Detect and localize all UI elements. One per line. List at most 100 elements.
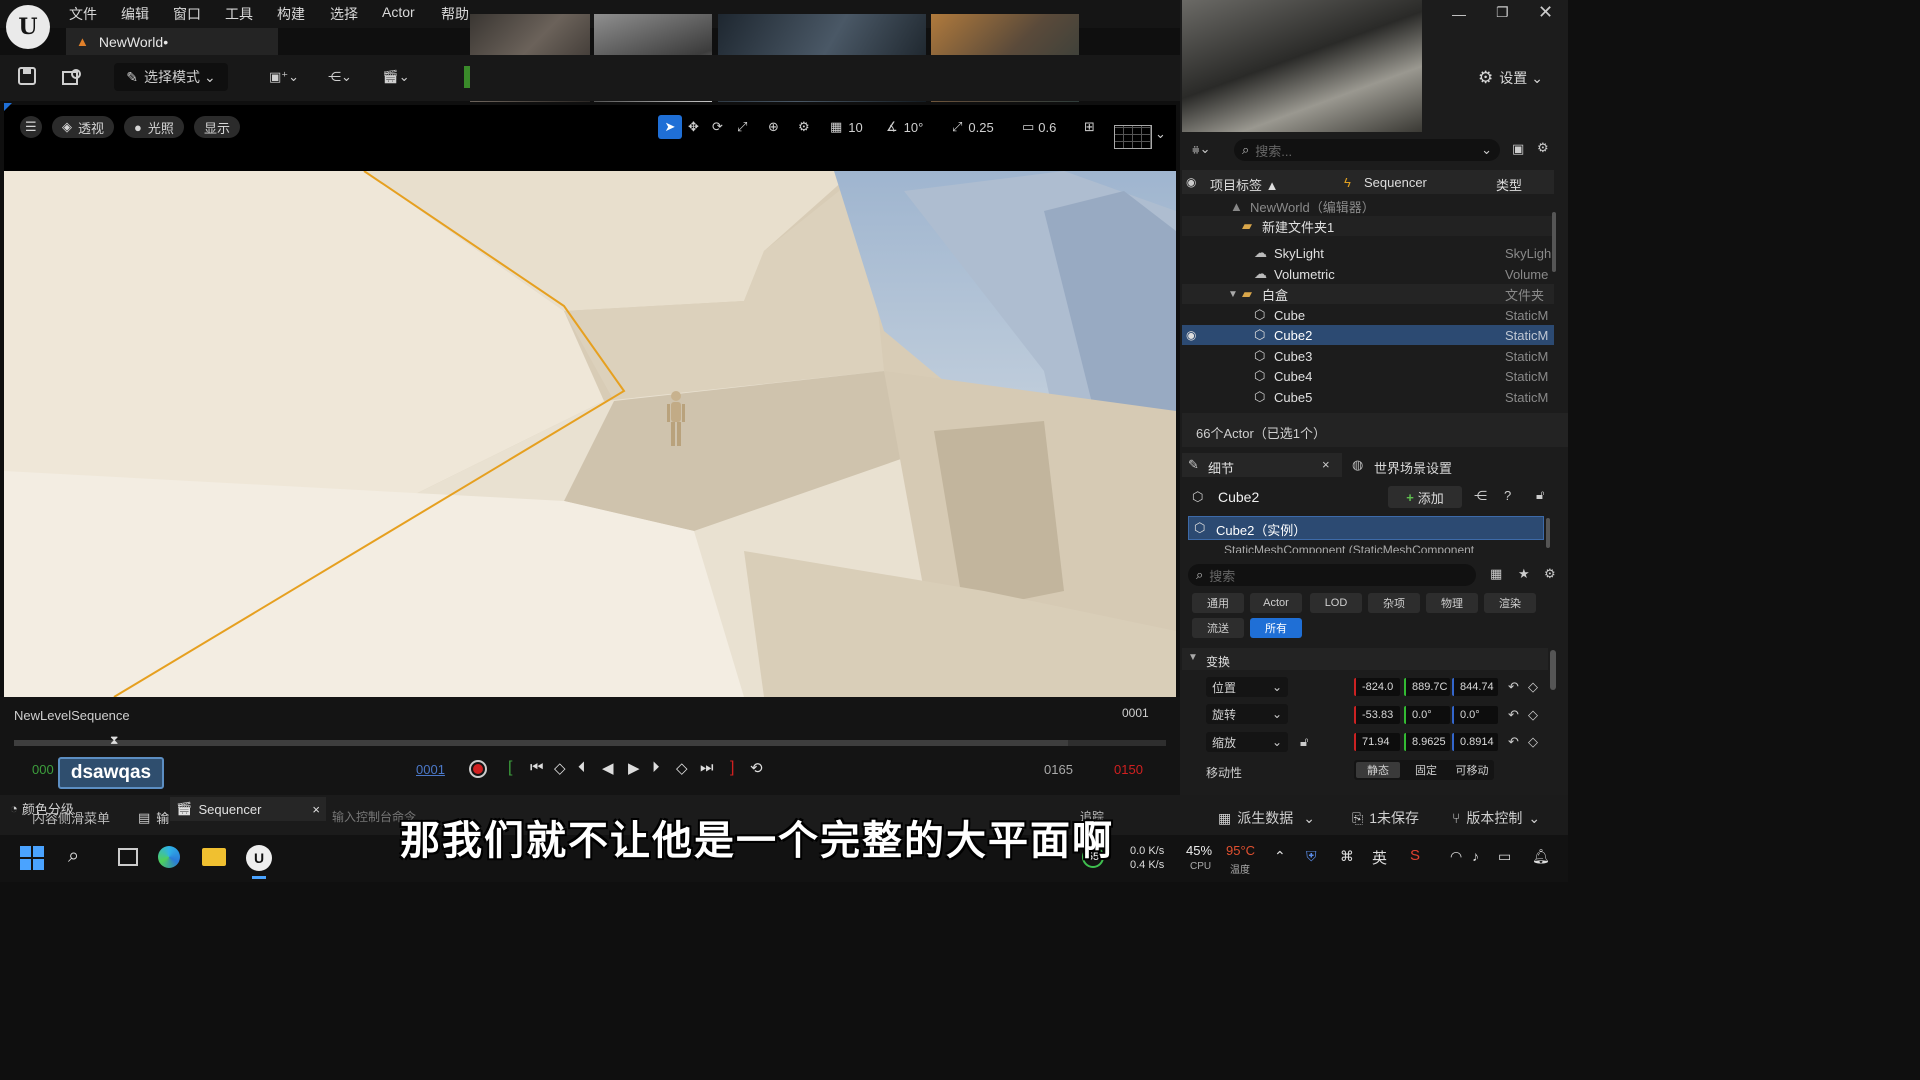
tree-row[interactable]: ⬡ Cube4 StaticM <box>1182 366 1554 386</box>
notification-icon[interactable]: 🔔︎ <box>1532 848 1550 865</box>
filter-physics[interactable]: 物理 <box>1426 593 1478 613</box>
rotate-snap-toggle[interactable]: ∡ 10° <box>886 116 923 138</box>
viewport-menu-button[interactable]: ☰ <box>20 116 42 138</box>
level-tab[interactable]: ▲ NewWorld• <box>66 28 278 55</box>
tree-row[interactable]: ☁︎ Volumetric Volume <box>1182 264 1554 284</box>
keyframe-icon[interactable]: ◇ <box>1528 734 1538 750</box>
eye-icon[interactable]: ◉ <box>1186 328 1196 342</box>
unreal-logo-icon[interactable]: U <box>6 5 50 49</box>
blueprint-icon[interactable]: ⋲ <box>1474 488 1487 504</box>
column-sequencer-header[interactable]: Sequencer <box>1364 175 1427 190</box>
details-scrollbar[interactable] <box>1550 650 1556 690</box>
perspective-button[interactable]: ◈ 透视 <box>52 116 115 138</box>
filter-misc[interactable]: 杂项 <box>1368 593 1420 613</box>
set-end-icon[interactable]: ] <box>730 759 734 777</box>
world-settings-tab[interactable]: 世界场景设置 <box>1374 458 1452 477</box>
settings-button[interactable]: ⚙︎ 设置 ⌄ <box>1478 68 1543 88</box>
details-search[interactable]: ⌕ 搜索 <box>1188 564 1476 586</box>
unreal-taskbar-icon[interactable]: U <box>246 845 272 871</box>
surface-snap-icon[interactable]: ⚙︎ <box>798 116 810 138</box>
filter-all[interactable]: 所有 <box>1250 618 1302 638</box>
unsaved-button[interactable]: ⎘ 1未保存 <box>1352 808 1419 828</box>
translate-tool-icon[interactable]: ✥ <box>688 116 699 138</box>
gear-icon[interactable]: ⚙︎ <box>1537 140 1549 156</box>
tree-row-selected[interactable]: ◉ ⬡ Cube2 StaticM <box>1182 325 1554 345</box>
lock-icon[interactable]: 🔓︎ <box>1536 487 1544 503</box>
mobility-movable[interactable]: 可移动 <box>1450 762 1494 778</box>
outliner-search[interactable]: ⌕ 搜索... ⌄ <box>1234 139 1500 161</box>
save-icon[interactable] <box>14 62 40 90</box>
menu-help[interactable]: 帮助 <box>441 4 469 24</box>
prev-key-icon[interactable]: ◇ <box>554 759 566 777</box>
chevron-down-icon[interactable]: ⌄ <box>1155 126 1166 142</box>
menu-select[interactable]: 选择 <box>330 4 358 24</box>
bookmark-icon[interactable]: ⌘ <box>1340 848 1354 865</box>
filter-actor[interactable]: Actor <box>1250 593 1302 613</box>
reset-icon[interactable]: ↶ <box>1508 679 1519 695</box>
component-scrollbar[interactable] <box>1546 518 1550 548</box>
end-frame-field[interactable]: 0165 <box>1044 762 1073 777</box>
menu-window[interactable]: 窗口 <box>173 4 201 24</box>
set-start-icon[interactable]: [ <box>508 759 512 777</box>
end-marker-field[interactable]: 0150 <box>1114 762 1143 777</box>
camera-speed-button[interactable]: ▭ 0.6 <box>1022 116 1056 138</box>
star-icon[interactable]: ★ <box>1518 566 1530 582</box>
scale-snap-toggle[interactable]: ⤢ 0.25 <box>952 116 994 138</box>
outliner-scrollbar[interactable] <box>1552 212 1556 272</box>
scale-z-field[interactable]: 0.8914 <box>1452 733 1498 751</box>
tree-row[interactable]: ⬡ Cube3 StaticM <box>1182 346 1554 366</box>
rotation-y-field[interactable]: 0.0° <box>1404 706 1450 724</box>
mobility-static[interactable]: 静态 <box>1356 762 1400 778</box>
wifi-icon[interactable]: ◠ <box>1450 848 1462 865</box>
select-tool-icon[interactable]: ➤ <box>658 115 682 139</box>
eye-icon[interactable]: ◉ <box>1186 175 1196 189</box>
cinematics-icon[interactable]: 🎬︎⌄ <box>376 63 416 91</box>
layout-icon[interactable]: ⊞ <box>1084 116 1095 138</box>
output-log-tab[interactable]: ▤ 输 <box>138 808 169 827</box>
menu-build[interactable]: 构建 <box>277 4 305 24</box>
chevron-up-icon[interactable]: ⌃ <box>1274 848 1286 865</box>
location-z-field[interactable]: 844.74 <box>1452 678 1498 696</box>
sogou-icon[interactable]: S <box>1410 847 1420 864</box>
add-actor-icon[interactable]: ▣⁺⌄ <box>264 63 304 91</box>
rotation-z-field[interactable]: 0.0° <box>1452 706 1498 724</box>
tree-row[interactable]: ☁︎ SkyLight SkyLigh <box>1182 243 1554 263</box>
grid-snap-toggle[interactable]: ▦ 10 <box>830 116 863 138</box>
play-icon[interactable]: ▶ <box>628 759 640 777</box>
viewport-layout-icon[interactable] <box>1114 125 1152 149</box>
task-view-icon[interactable] <box>118 848 138 866</box>
filter-lod[interactable]: LOD <box>1310 593 1362 613</box>
tree-row[interactable]: ▲ NewWorld（编辑器） <box>1182 196 1554 216</box>
lock-icon[interactable]: 🔓︎ <box>1300 734 1308 750</box>
scale-y-field[interactable]: 8.9625 <box>1404 733 1450 751</box>
menu-tools[interactable]: 工具 <box>225 4 253 24</box>
scale-x-field[interactable]: 71.94 <box>1354 733 1400 751</box>
filter-rendering[interactable]: 渲染 <box>1484 593 1536 613</box>
playhead-frame-field[interactable]: 0001 <box>416 762 445 777</box>
record-button[interactable] <box>469 760 487 778</box>
edge-icon[interactable] <box>158 846 180 868</box>
maximize-icon[interactable]: ❐ <box>1496 4 1509 21</box>
component-row[interactable]: StaticMeshComponent (StaticMeshComponent <box>1188 541 1544 553</box>
mobility-stationary[interactable]: 固定 <box>1404 762 1448 778</box>
content-browser-icon[interactable] <box>58 62 86 90</box>
close-icon[interactable]: × <box>312 802 320 817</box>
menu-edit[interactable]: 编辑 <box>121 4 149 24</box>
tree-row[interactable]: ⬡ Cube5 StaticM <box>1182 387 1554 407</box>
rotate-tool-icon[interactable]: ⟳ <box>712 116 723 138</box>
expand-arrow-icon[interactable]: ▼ <box>1228 289 1238 300</box>
ime-indicator[interactable]: 英 <box>1372 847 1387 868</box>
next-key-icon[interactable]: ◇ <box>676 759 688 777</box>
3d-viewport[interactable] <box>4 171 1176 697</box>
transform-section-header[interactable] <box>1182 648 1548 670</box>
minimize-icon[interactable]: — <box>1452 6 1466 22</box>
location-y-field[interactable]: 889.7C <box>1404 678 1450 696</box>
show-button[interactable]: 显示 <box>194 116 241 138</box>
scale-dropdown[interactable]: 缩放 ⌄ <box>1206 732 1288 752</box>
start-frame[interactable]: 000 <box>32 762 54 777</box>
derived-data-button[interactable]: ▦ 派生数据 ⌄ <box>1218 808 1315 828</box>
filter-streaming[interactable]: 流送 <box>1192 618 1244 638</box>
prev-frame-icon[interactable]: ⏴ <box>578 759 586 776</box>
battery-icon[interactable]: ▭ <box>1498 848 1511 865</box>
jump-start-icon[interactable]: ⏮ <box>530 759 544 776</box>
